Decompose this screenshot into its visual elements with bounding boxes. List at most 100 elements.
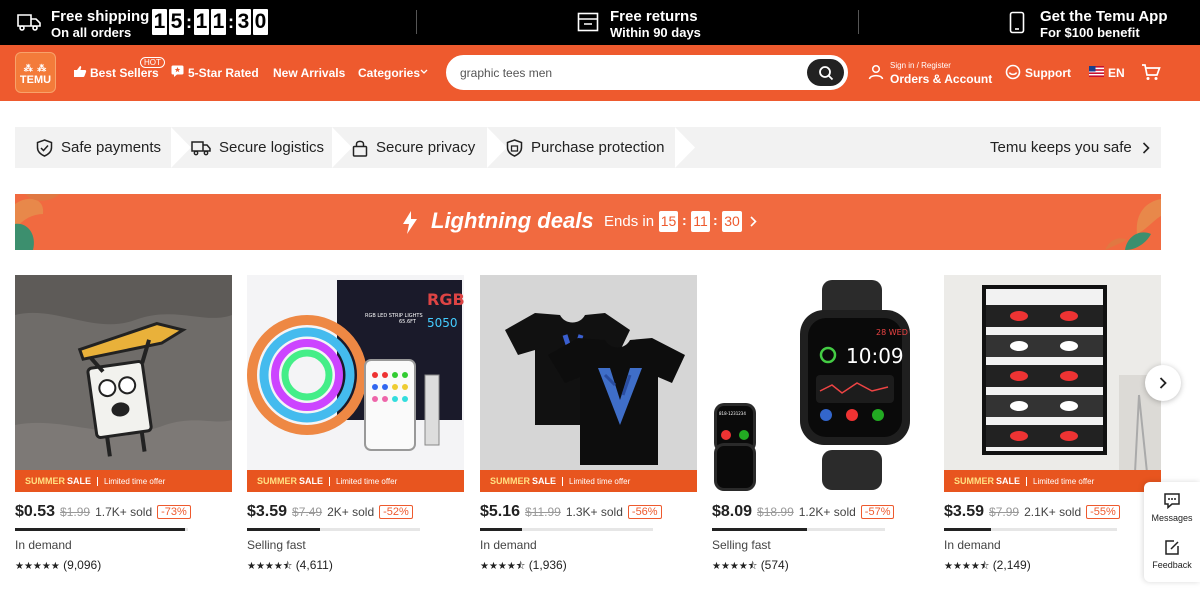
demand-status: In demand (944, 538, 1001, 552)
limited-offer-label: Limited time offer (329, 476, 397, 486)
sold-count: 1.3K+ sold (565, 505, 623, 519)
product-image[interactable]: 28 WED 10:09 818-1231234 (712, 275, 929, 492)
nav-support[interactable]: Support (1025, 66, 1071, 80)
rating: ★★★★⯪ (4,611) (247, 558, 333, 576)
progress-fill (944, 528, 991, 531)
rgb-text: RGB (427, 290, 464, 309)
product-card[interactable]: SUMMER SALE Limited time offer $3.59 $7.… (944, 275, 1161, 575)
purchase-protection[interactable]: Purchase protection (506, 127, 664, 168)
nav-new-arrivals[interactable]: New Arrivals (273, 66, 345, 80)
5050-text: 5050 (427, 316, 458, 330)
tshirt-image (480, 275, 697, 492)
price-row: $8.09 $18.99 1.2K+ sold -57% (712, 503, 895, 521)
price-row: $0.53 $1.99 1.7K+ sold -73% (15, 503, 191, 521)
summer-label: SUMMER (25, 476, 65, 486)
feedback-icon (1165, 540, 1179, 555)
safe-payments[interactable]: Safe payments (36, 127, 161, 168)
discount-badge: -57% (860, 505, 895, 519)
sold-count: 2K+ sold (327, 505, 375, 519)
orders-account-label: Orders & Account (890, 72, 993, 86)
temu-keeps-safe-link[interactable]: Temu keeps you safe (990, 127, 1150, 168)
nav-categories[interactable]: Categories (358, 66, 420, 80)
limited-offer-label: Limited time offer (562, 476, 630, 486)
progress-fill (247, 528, 320, 531)
limited-offer-label: Limited time offer (97, 476, 165, 486)
secure-privacy-label: Secure privacy (376, 139, 476, 156)
rating: ★★★★⯪ (2,149) (944, 558, 1031, 576)
shield-check-icon (36, 138, 53, 157)
temu-logo[interactable]: ⁂ ⁂ TEMU (15, 52, 56, 93)
sale-label: SALE (299, 476, 324, 486)
lightning-icon (403, 211, 417, 234)
free-shipping[interactable]: Free shipping On all orders (51, 8, 149, 40)
product-image[interactable] (480, 275, 697, 492)
sold-count: 1.2K+ sold (798, 505, 856, 519)
purchase-protection-label: Purchase protection (531, 139, 665, 156)
chevron-down-icon (420, 69, 428, 74)
demand-status: In demand (480, 538, 537, 552)
current-price: $3.59 (247, 503, 288, 520)
product-card[interactable]: SUMMER SALE Limited time offer $5.16 $11… (480, 275, 697, 575)
free-returns[interactable]: Free returns Within 90 days (610, 8, 701, 40)
progress-fill (480, 528, 522, 531)
secure-logistics[interactable]: Secure logistics (191, 127, 324, 168)
lock-icon (352, 140, 368, 157)
sponge-pin-image (15, 275, 232, 492)
star-rating-icon: ★★★★⯪ (247, 561, 293, 572)
product-image[interactable] (944, 275, 1161, 492)
timer-digit: 5 (169, 9, 184, 35)
watch-time: 10:09 (846, 344, 904, 368)
review-count: (9,096) (63, 558, 102, 572)
carousel-next-button[interactable] (1145, 365, 1181, 401)
anime-poster-image (944, 275, 1161, 492)
star-chat-icon (171, 65, 184, 77)
secure-logistics-label: Secure logistics (219, 139, 325, 156)
product-card[interactable]: RGB 5050 RGB LED STRIP LIGHTS 65.6FT SUM… (247, 275, 464, 575)
current-price: $3.59 (944, 503, 985, 520)
language-selector[interactable]: EN (1108, 66, 1125, 80)
led-strip-image: RGB 5050 RGB LED STRIP LIGHTS 65.6FT (247, 275, 464, 492)
get-app-title: Get the Temu App (1040, 8, 1168, 25)
user-icon (868, 64, 884, 80)
product-card[interactable]: 28 WED 10:09 818-1231234 $8.09 $18.99 1.… (712, 275, 929, 575)
search-icon (818, 65, 833, 80)
rating: ★★★★⯪ (574) (712, 558, 789, 576)
star-rating-icon: ★★★★⯪ (712, 561, 758, 572)
nav-five-star[interactable]: 5-Star Rated (188, 66, 259, 80)
timer-colon: : (186, 12, 192, 32)
get-app[interactable]: Get the Temu App For $100 benefit (1040, 8, 1168, 40)
product-image[interactable] (15, 275, 232, 492)
product-card[interactable]: SUMMER SALE Limited time offer $0.53 $1.… (15, 275, 232, 575)
star-rating-icon: ★★★★★ (15, 561, 60, 572)
sale-label: SALE (532, 476, 557, 486)
review-count: (4,611) (295, 558, 333, 572)
free-shipping-subtitle: On all orders (51, 25, 132, 40)
price-row: $3.59 $7.49 2K+ sold -52% (247, 503, 413, 521)
summer-sale-bar: SUMMER SALE Limited time offer (15, 470, 232, 492)
feedback-button[interactable]: Feedback (1144, 539, 1200, 570)
nav-best-sellers[interactable]: Best Sellers (90, 66, 159, 80)
price-row: $3.59 $7.99 2.1K+ sold -55% (944, 503, 1120, 521)
sales-progress-bar (712, 528, 885, 531)
rating: ★★★★★ (9,096) (15, 558, 101, 572)
sales-progress-bar (944, 528, 1117, 531)
review-count: (574) (760, 558, 789, 572)
cart-icon[interactable] (1141, 63, 1161, 81)
divider-chevron (487, 127, 507, 168)
sales-progress-bar (15, 528, 188, 531)
search-input[interactable] (460, 64, 800, 82)
messages-button[interactable]: Messages (1144, 492, 1200, 523)
summer-label: SUMMER (257, 476, 297, 486)
product-image[interactable]: RGB 5050 RGB LED STRIP LIGHTS 65.6FT (247, 275, 464, 492)
timer-digit: 1 (194, 9, 209, 35)
search-button[interactable] (807, 59, 844, 86)
lightning-deals-banner[interactable]: Lightning deals Ends in 15 : 11 : 30 (15, 194, 1161, 250)
timer-digit: 3 (236, 9, 251, 35)
sales-progress-bar (247, 528, 420, 531)
secure-privacy[interactable]: Secure privacy (352, 127, 475, 168)
side-panel: Messages Feedback (1144, 482, 1200, 582)
demand-status: Selling fast (712, 538, 771, 552)
summer-sale-bar: SUMMER SALE Limited time offer (944, 470, 1161, 492)
leaf-decoration-right (1105, 199, 1161, 250)
deals-colon: : (713, 212, 718, 228)
